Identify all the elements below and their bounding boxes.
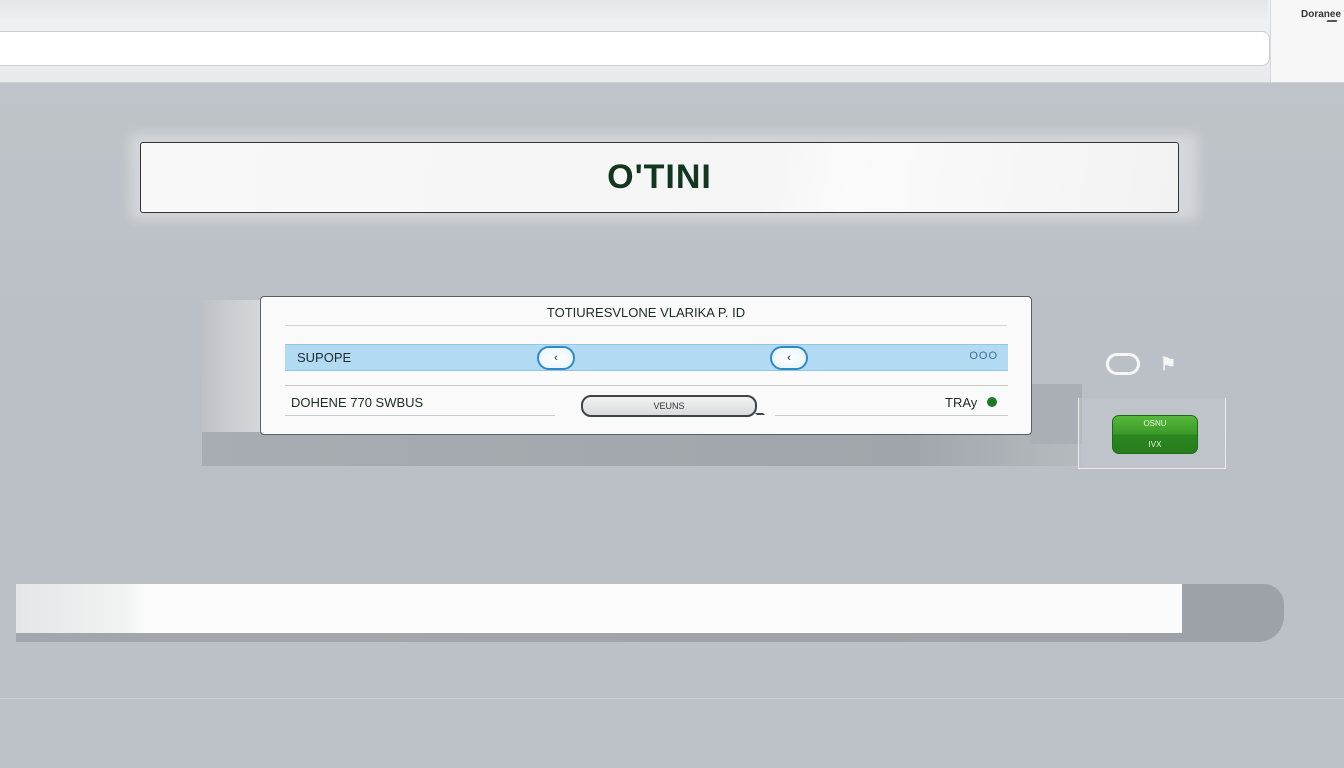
tab-strip [0,0,1268,20]
bottom-input-bar[interactable] [16,584,1182,633]
divider [285,415,555,416]
divider [775,415,1008,416]
confirm-button[interactable]: OSNU IVX [1112,415,1198,454]
more-options-icon[interactable]: OOO [969,350,998,362]
corner-panel: Doranee [1270,0,1344,82]
flag-icon[interactable]: ⚑ [1160,354,1190,374]
status-dot-icon [987,397,997,407]
list-item-selected[interactable]: SUPOPE ‹ ‹ OOO [285,344,1008,371]
previous-button[interactable]: ‹ [537,346,575,370]
row-label: SUPOPE [297,350,352,365]
settings-dialog: TOTIURESVLONE VLARIKA P. ID SUPOPE ‹ ‹ O… [260,296,1032,435]
corner-label[interactable]: Doranee [1301,9,1341,20]
corner-mark-icon [1326,20,1338,22]
confirm-button-sublabel: IVX [1148,440,1162,449]
dialog-shadow [202,432,1082,466]
banner-title: O'TINI [607,158,712,196]
next-button[interactable]: ‹ [770,346,808,370]
browser-toolbar [0,0,1344,83]
value-input[interactable]: VEUNS [581,395,757,417]
tray-label: TRAy [945,395,978,410]
header-banner: O'TINI [140,142,1179,213]
row-divider [285,385,1008,386]
divider [0,698,1344,699]
dialog-title: TOTIURESVLONE VLARIKA P. ID [285,303,1007,326]
row-bottom-label: DOHENE 770 SWBUS [291,395,424,410]
confirm-button-label: OSNU [1143,419,1167,428]
dialog-shadow [1030,384,1082,444]
toggle-switch[interactable] [1106,353,1140,375]
address-bar[interactable] [0,31,1270,66]
